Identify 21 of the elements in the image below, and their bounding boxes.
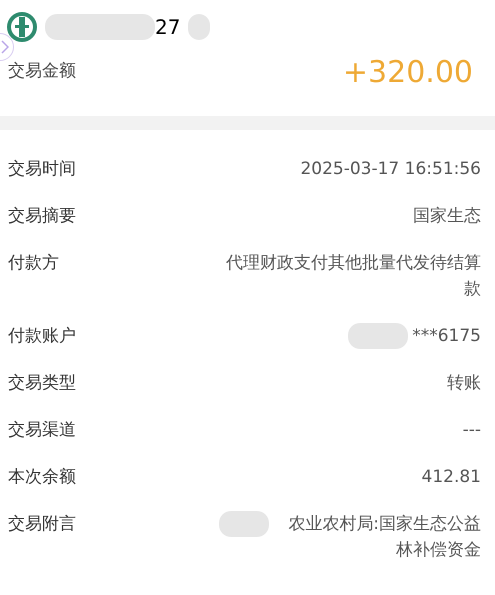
detail-value: 转账	[447, 372, 481, 395]
detail-value: 农业农村局:国家生态公益林补偿资金	[287, 513, 481, 562]
detail-value: ***6175	[412, 325, 481, 348]
detail-label: 本次余额	[8, 466, 76, 489]
detail-label: 交易附言	[8, 513, 76, 536]
detail-value: 国家生态	[413, 205, 481, 228]
detail-value: 代理财政支付其他批量代发待结算款	[225, 252, 481, 301]
bank-logo-icon	[7, 12, 37, 42]
detail-label: 付款账户	[8, 325, 76, 348]
detail-label: 付款方	[8, 252, 59, 275]
amount-label: 交易金额	[8, 60, 76, 84]
detail-label: 交易时间	[8, 158, 76, 181]
detail-label: 交易渠道	[8, 419, 76, 442]
detail-label: 交易类型	[8, 372, 76, 395]
detail-value: 2025-03-17 16:51:56	[300, 158, 481, 181]
detail-value: 412.81	[422, 466, 481, 489]
account-number: 27	[155, 14, 180, 41]
detail-value: ---	[462, 419, 481, 442]
detail-label: 交易摘要	[8, 205, 76, 228]
chevron-right-icon	[1, 40, 9, 54]
amount-value: +320.00	[342, 54, 474, 92]
